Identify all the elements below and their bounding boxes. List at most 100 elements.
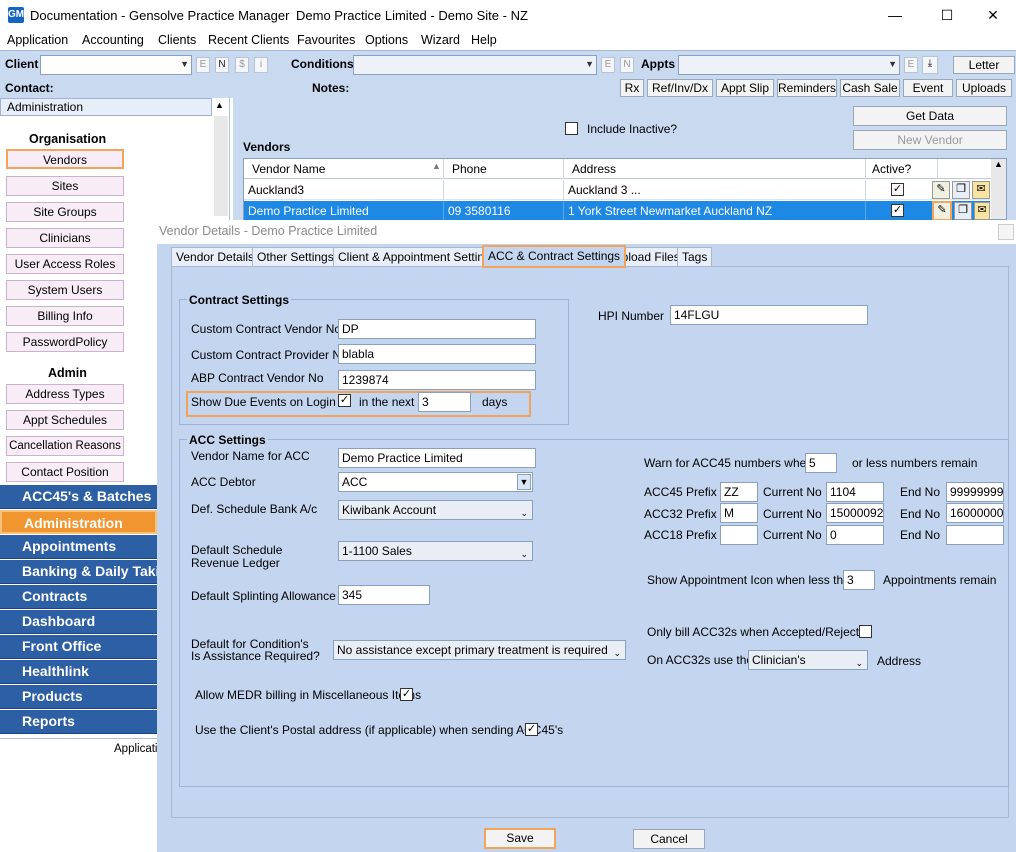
abp-vendor-input[interactable]: 1239874 (338, 370, 536, 390)
site-groups-button[interactable]: Site Groups (6, 202, 124, 222)
edit-pencil-icon[interactable]: ✎ (932, 201, 952, 221)
col-active[interactable]: Active? (866, 159, 938, 179)
only-bill-acc32-checkbox[interactable] (859, 625, 872, 638)
vendor-name-acc-input[interactable]: Demo Practice Limited (338, 448, 536, 468)
client-n-button[interactable]: N (215, 57, 229, 73)
nav-banking[interactable]: Banking & Daily Takin (0, 560, 157, 584)
nav-dashboard[interactable]: Dashboard (0, 610, 157, 634)
custom-provider-input[interactable]: blabla (338, 344, 536, 364)
acc45-prefix-input[interactable]: ZZ (720, 482, 758, 502)
medr-billing-checkbox[interactable]: ✓ (400, 688, 413, 701)
acc32-use-select[interactable]: Clinician's ⌄ (748, 650, 868, 670)
cancellation-reasons-button[interactable]: Cancellation Reasons (6, 436, 124, 456)
tab-acc-contract-settings[interactable]: ACC & Contract Settings (482, 245, 627, 268)
event-button[interactable]: Event (903, 79, 953, 97)
tab-tags[interactable]: Tags (677, 247, 713, 267)
acc18-current-input[interactable]: 0 (826, 525, 884, 545)
tab-client-appointment-settings[interactable]: Client & Appointment Settings (333, 247, 502, 267)
revenue-ledger-select[interactable]: 1-1100 Sales ⌄ (338, 541, 533, 561)
acc45-current-input[interactable]: 1104 (826, 482, 884, 502)
client-combo[interactable]: ▼ (40, 55, 192, 75)
acc45-end-input[interactable]: 99999999 (946, 482, 1004, 502)
acc32-current-input[interactable]: 15000092 (826, 503, 884, 523)
hpi-number-input[interactable]: 14FLGU (670, 305, 868, 325)
table-row-selected[interactable]: Demo Practice Limited 09 3580116 1 York … (244, 201, 990, 221)
nav-products[interactable]: Products (0, 685, 157, 709)
billing-info-button[interactable]: Billing Info (6, 306, 124, 326)
sites-button[interactable]: Sites (6, 176, 124, 196)
active-checkbox[interactable]: ✓ (891, 183, 904, 196)
col-address[interactable]: Address (564, 159, 866, 179)
rx-button[interactable]: Rx (620, 79, 644, 97)
cancel-button[interactable]: Cancel (633, 829, 705, 849)
menu-options[interactable]: Options (365, 33, 408, 47)
nav-administration[interactable]: Administration (0, 510, 157, 534)
cash-sale-button[interactable]: Cash Sale (840, 79, 900, 97)
conditions-combo[interactable]: ▼ (353, 55, 597, 75)
acc-debtor-select[interactable]: ACC ▼ (338, 472, 533, 492)
col-vendor-name[interactable]: Vendor Name (244, 159, 444, 179)
maximize-icon[interactable]: ☐ (935, 5, 959, 25)
appt-icon-input[interactable]: 3 (843, 570, 875, 590)
acc32-prefix-input[interactable]: M (720, 503, 758, 523)
get-data-button[interactable]: Get Data (853, 106, 1007, 126)
menu-clients[interactable]: Clients (158, 33, 196, 47)
close-icon[interactable]: ✕ (981, 5, 1005, 25)
menu-accounting[interactable]: Accounting (82, 33, 144, 47)
contact-position-button[interactable]: Contact Position (6, 462, 124, 482)
nav-appointments[interactable]: Appointments (0, 535, 157, 559)
nav-front-office[interactable]: Front Office (0, 635, 157, 659)
dialog-close-icon[interactable] (998, 224, 1014, 240)
copy-icon[interactable]: ❐ (952, 181, 970, 199)
postal-address-checkbox[interactable]: ✓ (525, 723, 538, 736)
client-dollar-button[interactable]: $ (235, 57, 249, 73)
user-access-roles-button[interactable]: User Access Roles (6, 254, 124, 274)
menu-recent-clients[interactable]: Recent Clients (208, 33, 289, 47)
minimize-icon[interactable]: — (883, 5, 907, 25)
menu-help[interactable]: Help (471, 33, 497, 47)
edit-pencil-icon[interactable]: ✎ (932, 181, 950, 199)
uploads-button[interactable]: Uploads (956, 79, 1012, 97)
active-checkbox[interactable]: ✓ (891, 204, 904, 217)
tab-other-settings[interactable]: Other Settings (252, 247, 339, 267)
chevron-up-icon[interactable]: ▲ (215, 100, 224, 110)
nav-reports[interactable]: Reports (0, 710, 157, 734)
vendors-button[interactable]: Vendors (6, 149, 124, 169)
custom-vendor-input[interactable]: DP (338, 319, 536, 339)
conditions-n-button[interactable]: N (620, 57, 634, 73)
conditions-e-button[interactable]: E (601, 57, 615, 73)
save-button[interactable]: Save (484, 828, 556, 849)
table-row[interactable]: Auckland3 Auckland 3 ... ✓ ✎ ❐ ✉ (244, 180, 990, 200)
nav-healthlink[interactable]: Healthlink (0, 660, 157, 684)
email-icon[interactable]: ✉ (972, 181, 990, 199)
tab-vendor-details[interactable]: Vendor Details (171, 247, 260, 267)
download-icon[interactable]: ⤓ (922, 56, 938, 74)
nav-acc45-batches[interactable]: ACC45's & Batches (0, 485, 157, 509)
new-vendor-button[interactable]: New Vendor (853, 130, 1007, 150)
include-inactive-checkbox[interactable] (565, 122, 578, 135)
ref-inv-dx-button[interactable]: Ref/Inv/Dx (647, 79, 713, 97)
email-icon[interactable]: ✉ (974, 202, 990, 220)
schedule-bank-select[interactable]: Kiwibank Account ⌄ (338, 500, 533, 520)
client-info-button[interactable]: i (254, 57, 268, 73)
show-due-events-checkbox[interactable]: ✓ (338, 394, 351, 407)
splinting-allowance-input[interactable]: 345 (338, 585, 430, 605)
acc18-end-input[interactable] (946, 525, 1004, 545)
address-types-button[interactable]: Address Types (6, 384, 124, 404)
acc18-prefix-input[interactable] (720, 525, 758, 545)
grid-scrollbar[interactable]: ▲ (991, 159, 1006, 219)
nav-contracts[interactable]: Contracts (0, 585, 157, 609)
clinicians-button[interactable]: Clinicians (6, 228, 124, 248)
acc32-end-input[interactable]: 16000000 (946, 503, 1004, 523)
appts-e-button[interactable]: E (904, 57, 918, 73)
copy-icon[interactable]: ❐ (954, 202, 972, 220)
password-policy-button[interactable]: PasswordPolicy (6, 332, 124, 352)
due-days-input[interactable]: 3 (418, 392, 471, 412)
menu-favourites[interactable]: Favourites (297, 33, 355, 47)
reminders-button[interactable]: Reminders (777, 79, 837, 97)
left-scrollbar[interactable] (214, 116, 228, 216)
menu-wizard[interactable]: Wizard (421, 33, 460, 47)
appt-slip-button[interactable]: Appt Slip (716, 79, 774, 97)
condition-assist-select[interactable]: No assistance except primary treatment i… (333, 640, 626, 660)
letter-button[interactable]: Letter (953, 56, 1015, 74)
